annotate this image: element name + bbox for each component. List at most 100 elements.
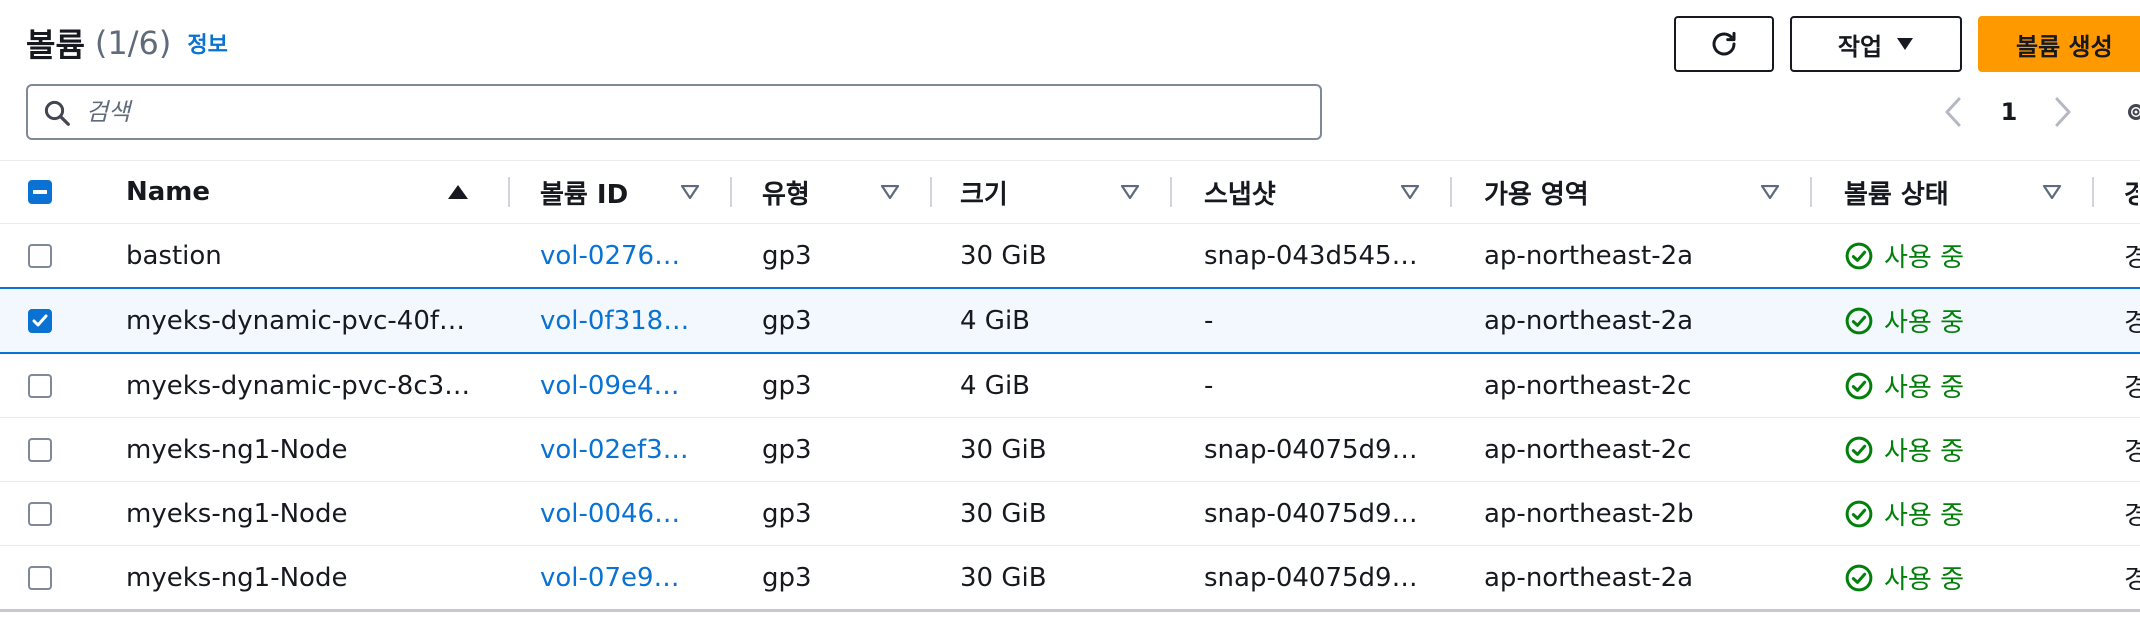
status-label: 사용 중 xyxy=(1884,501,1965,531)
page-number-button[interactable]: 1 xyxy=(1994,92,2024,132)
table-row[interactable]: myeks-ng1-Node vol-07e9… gp3 30 GiB snap-040… xyxy=(0,545,2140,612)
column-header-snapshot[interactable]: 스냅샷 xyxy=(1172,160,1452,224)
create-volume-button-label: 볼륨 생성 xyxy=(2016,32,2113,61)
cell-volume-id-link[interactable]: vol-0276… xyxy=(510,223,732,289)
cell-truncated: 경 xyxy=(2094,287,2140,354)
next-page-button[interactable] xyxy=(2050,92,2076,132)
row-checkbox[interactable] xyxy=(28,501,52,526)
cell-truncated: 경 xyxy=(2094,223,2140,289)
actions-dropdown-button[interactable]: 작업 xyxy=(1790,16,1962,72)
cell-availability-zone: ap-northeast-2a xyxy=(1452,223,1812,289)
cell-volume-id-link[interactable]: vol-07e9… xyxy=(510,545,732,612)
status-indicator: 사용 중 xyxy=(1844,302,2094,339)
page-header: 볼륨 (1/6) 정보 xyxy=(26,18,228,68)
column-header-label: 유형 xyxy=(762,179,810,210)
status-label: 사용 중 xyxy=(1884,437,1965,467)
cell-truncated: 경 xyxy=(2094,353,2140,418)
column-header-availability-zone[interactable]: 가용 영역 xyxy=(1452,160,1812,224)
check-circle-icon xyxy=(1845,500,1873,527)
check-circle-icon xyxy=(1845,242,1873,269)
create-volume-button[interactable]: 볼륨 생성 xyxy=(1978,16,2140,72)
chevron-right-icon xyxy=(2055,97,2071,127)
column-header-volume-id[interactable]: 볼륨 ID xyxy=(510,160,732,224)
column-header-label: 경 xyxy=(2124,174,2138,211)
cell-name: myeks-dynamic-pvc-40f… xyxy=(92,287,510,354)
cell-volume-id-link[interactable]: vol-09e4… xyxy=(510,353,732,418)
cell-name: myeks-dynamic-pvc-8c3… xyxy=(92,353,510,418)
cell-availability-zone: ap-northeast-2c xyxy=(1452,353,1812,418)
row-checkbox[interactable] xyxy=(28,308,52,333)
sort-icon xyxy=(680,185,700,199)
column-header-label: 스냅샷 xyxy=(1204,179,1276,210)
preferences-button[interactable] xyxy=(2124,92,2140,132)
status-indicator: 사용 중 xyxy=(1844,495,2094,532)
info-link[interactable]: 정보 xyxy=(187,27,227,59)
sort-icon xyxy=(2042,185,2062,199)
gear-icon xyxy=(2128,104,2140,120)
search-input[interactable] xyxy=(84,97,1288,127)
cell-volume-id-link[interactable]: vol-02ef3… xyxy=(510,417,732,482)
checkmark-icon xyxy=(32,314,48,326)
table-row[interactable]: myeks-ng1-Node vol-0046… gp3 30 GiB snap-040… xyxy=(0,481,2140,546)
column-header-name[interactable]: Name xyxy=(92,160,510,224)
column-header-volume-state[interactable]: 볼륨 상태 xyxy=(1812,160,2094,224)
cell-size: 30 GiB xyxy=(932,545,1172,612)
column-header-label: 볼륨 ID xyxy=(540,179,629,210)
cell-size: 30 GiB xyxy=(932,223,1172,289)
check-circle-icon xyxy=(1845,372,1873,399)
cell-volume-id-link[interactable]: vol-0046… xyxy=(510,481,732,546)
column-header-type[interactable]: 유형 xyxy=(732,160,932,224)
column-header-truncated[interactable]: 경 xyxy=(2094,160,2140,224)
check-circle-icon xyxy=(1845,307,1873,334)
cell-name: myeks-ng1-Node xyxy=(92,545,510,612)
sort-icon xyxy=(1120,185,1140,199)
table-row[interactable]: myeks-ng1-Node vol-02ef3… gp3 30 GiB snap-04… xyxy=(0,417,2140,482)
refresh-button[interactable] xyxy=(1674,16,1774,72)
status-label: 사용 중 xyxy=(1884,373,1965,403)
cell-truncated: 경 xyxy=(2094,545,2140,612)
select-all-checkbox[interactable] xyxy=(28,180,52,204)
cell-size: 30 GiB xyxy=(932,417,1172,482)
cell-volume-state: 사용 중 xyxy=(1812,353,2094,418)
cell-volume-state: 사용 중 xyxy=(1812,287,2094,354)
cell-type: gp3 xyxy=(732,481,932,546)
row-select-cell xyxy=(0,417,92,482)
column-header-label: 가용 영역 xyxy=(1484,179,1589,210)
column-header-label: 크기 xyxy=(960,179,1008,210)
cell-type: gp3 xyxy=(732,417,932,482)
cell-snapshot: snap-043d545… xyxy=(1172,223,1452,289)
cell-availability-zone: ap-northeast-2b xyxy=(1452,481,1812,546)
cell-type: gp3 xyxy=(732,287,932,354)
page-title: 볼륨 xyxy=(26,26,85,64)
minus-icon xyxy=(33,190,47,194)
cell-volume-state: 사용 중 xyxy=(1812,223,2094,289)
table-row[interactable]: bastion vol-0276… gp3 30 GiB snap-043d545… ap… xyxy=(0,223,2140,289)
table-row[interactable]: myeks-dynamic-pvc-8c3… vol-09e4… gp3 4 GiB -… xyxy=(0,353,2140,418)
volumes-table: Name 볼륨 ID 유형 크기 스냅샷 가용 영역 볼륨 상태 bastion… xyxy=(0,160,2140,612)
cell-size: 30 GiB xyxy=(932,481,1172,546)
column-header-size[interactable]: 크기 xyxy=(932,160,1172,224)
row-checkbox[interactable] xyxy=(28,565,52,590)
table-row[interactable]: myeks-dynamic-pvc-40f… vol-0f318… gp3 4 GiB… xyxy=(0,287,2140,354)
row-checkbox[interactable] xyxy=(28,373,52,398)
previous-page-button[interactable] xyxy=(1940,92,1966,132)
row-checkbox[interactable] xyxy=(28,243,52,268)
cell-volume-id-link[interactable]: vol-0f318… xyxy=(510,287,732,354)
status-label: 사용 중 xyxy=(1884,243,1965,273)
sort-icon xyxy=(1400,185,1420,199)
row-select-cell xyxy=(0,353,92,418)
cell-snapshot: - xyxy=(1172,353,1452,418)
cell-name: bastion xyxy=(92,223,510,289)
select-all-header xyxy=(0,160,92,224)
chevron-left-icon xyxy=(1945,97,1961,127)
cell-name: myeks-ng1-Node xyxy=(92,481,510,546)
cell-volume-state: 사용 중 xyxy=(1812,481,2094,546)
cell-name: myeks-ng1-Node xyxy=(92,417,510,482)
sort-ascending-icon xyxy=(448,185,468,199)
cell-type: gp3 xyxy=(732,545,932,612)
search-box[interactable] xyxy=(26,84,1322,140)
column-header-label: Name xyxy=(126,177,211,207)
cell-size: 4 GiB xyxy=(932,353,1172,418)
row-checkbox[interactable] xyxy=(28,437,52,462)
sort-icon xyxy=(1760,185,1780,199)
